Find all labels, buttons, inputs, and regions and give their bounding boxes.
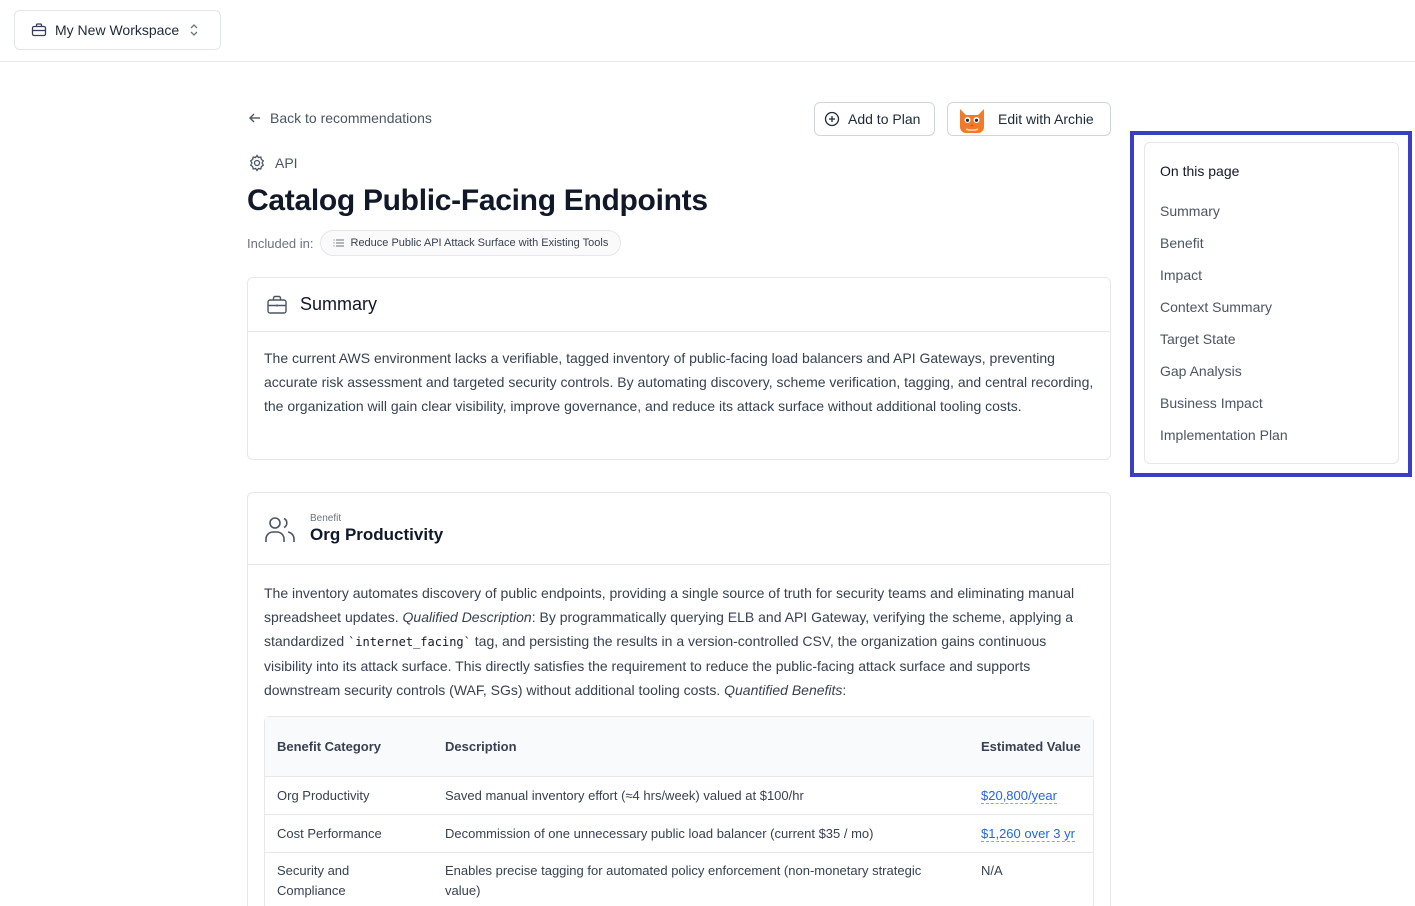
add-to-plan-button[interactable]: Add to Plan <box>814 102 935 136</box>
edit-with-archie-label: Edit with Archie <box>998 111 1094 127</box>
toc-item-impact[interactable]: Impact <box>1160 259 1398 291</box>
included-in: Included in: Reduce Public API Attack Su… <box>247 230 622 256</box>
table-cell-description: Saved manual inventory effort (≈4 hrs/we… <box>433 777 969 815</box>
workspace-switcher[interactable]: My New Workspace <box>14 10 221 50</box>
arrow-left-icon <box>248 111 262 125</box>
benefit-header: Benefit Org Productivity <box>248 493 1110 565</box>
category-label: API <box>248 154 298 172</box>
benefit-text-4: : <box>842 682 847 698</box>
benefit-heading: Org Productivity <box>310 524 444 544</box>
table-header-value: Estimated Value <box>969 717 1093 777</box>
tag-code: `internet_facing` <box>348 635 471 649</box>
archie-avatar-icon <box>956 103 988 135</box>
toc-item-summary[interactable]: Summary <box>1160 195 1398 227</box>
gear-icon <box>248 154 266 172</box>
table-cell-category: Security and Compliance <box>265 853 433 906</box>
value-link[interactable]: $1,260 over 3 yr <box>981 826 1075 842</box>
table-header-row: Benefit Category Description Estimated V… <box>265 717 1093 777</box>
plan-chip[interactable]: Reduce Public API Attack Surface with Ex… <box>319 230 622 256</box>
chevron-up-down-icon <box>189 23 199 37</box>
table-cell-category: Org Productivity <box>265 777 433 815</box>
category-text: API <box>275 155 298 171</box>
benefit-card: Benefit Org Productivity The inventory a… <box>247 492 1111 906</box>
table-row: Cost Performance Decommission of one unn… <box>265 815 1093 853</box>
on-this-page-nav: On this page Summary Benefit Impact Cont… <box>1144 142 1399 464</box>
edit-with-archie-button[interactable]: Edit with Archie <box>947 102 1111 136</box>
summary-heading: Summary <box>300 294 378 314</box>
users-icon <box>264 514 296 544</box>
list-icon <box>333 238 344 248</box>
back-link-label: Back to recommendations <box>270 110 432 126</box>
toc-item-implementation-plan[interactable]: Implementation Plan <box>1160 419 1398 451</box>
table-cell-description: Decommission of one unnecessary public l… <box>433 815 969 853</box>
quantified-label: Quantified Benefits <box>724 682 843 698</box>
toc-item-business-impact[interactable]: Business Impact <box>1160 387 1398 419</box>
table-cell-description: Enables precise tagging for automated po… <box>433 853 969 906</box>
benefit-text: The inventory automates discovery of pub… <box>248 565 1110 702</box>
briefcase-icon <box>266 294 288 316</box>
toc-item-context-summary[interactable]: Context Summary <box>1160 291 1398 323</box>
workspace-name: My New Workspace <box>55 22 180 38</box>
table-cell-value: $1,260 over 3 yr <box>969 815 1093 853</box>
briefcase-icon <box>31 22 47 38</box>
table-row: Security and Compliance Enables precise … <box>265 853 1093 906</box>
benefit-eyebrow: Benefit <box>310 512 342 524</box>
toc-item-target-state[interactable]: Target State <box>1160 323 1398 355</box>
table-cell-value: $20,800/year <box>969 777 1093 815</box>
summary-card: Summary The current AWS environment lack… <box>247 277 1111 460</box>
plus-circle-icon <box>824 111 840 127</box>
benefit-table: Benefit Category Description Estimated V… <box>264 716 1094 906</box>
table-cell-category: Cost Performance <box>265 815 433 853</box>
qualified-label: Qualified Description <box>402 609 532 625</box>
table-row: Org Productivity Saved manual inventory … <box>265 777 1093 815</box>
toc-title: On this page <box>1160 163 1240 179</box>
back-to-recommendations-link[interactable]: Back to recommendations <box>248 110 432 126</box>
table-header-category: Benefit Category <box>265 717 433 777</box>
table-cell-value: N/A <box>969 853 1093 906</box>
add-to-plan-label: Add to Plan <box>848 111 921 127</box>
toc-item-gap-analysis[interactable]: Gap Analysis <box>1160 355 1398 387</box>
plan-chip-label: Reduce Public API Attack Surface with Ex… <box>350 237 609 249</box>
summary-header: Summary <box>248 278 1110 332</box>
summary-text: The current AWS environment lacks a veri… <box>264 350 1094 414</box>
page-title: Catalog Public-Facing Endpoints <box>247 184 708 217</box>
table-header-description: Description <box>433 717 969 777</box>
top-bar: My New Workspace <box>0 0 1415 62</box>
toc-item-benefit[interactable]: Benefit <box>1160 227 1398 259</box>
included-label: Included in: <box>247 235 314 251</box>
value-link[interactable]: $20,800/year <box>981 788 1057 804</box>
